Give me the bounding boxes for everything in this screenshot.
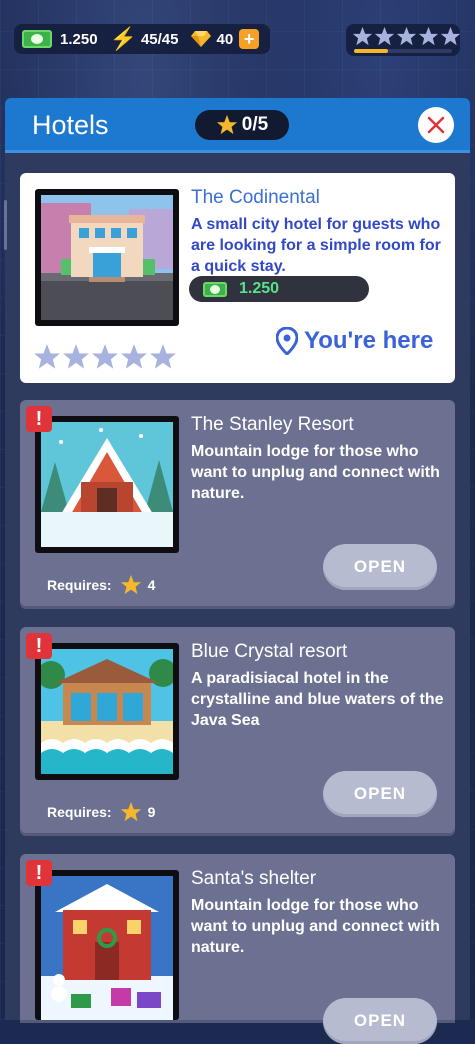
hotel-name: The Codinental bbox=[191, 187, 320, 208]
close-icon bbox=[427, 116, 445, 134]
requires-stars: 9 bbox=[147, 804, 156, 820]
cash-icon bbox=[203, 281, 227, 297]
scroll-indicator[interactable] bbox=[4, 200, 7, 250]
hotel-name: Santa's shelter bbox=[191, 868, 317, 889]
star-progress-fill bbox=[354, 49, 389, 53]
current-location-label: You're here bbox=[276, 327, 433, 355]
hotel-thumbnail bbox=[35, 416, 179, 553]
star-empty-icon bbox=[374, 26, 395, 46]
star-empty-icon bbox=[34, 344, 60, 369]
hotel-description: Mountain lodge for those who want to unp… bbox=[191, 443, 440, 502]
star-empty-icon bbox=[150, 344, 176, 369]
hotel-thumbnail bbox=[35, 189, 179, 326]
city-hotel-image bbox=[41, 195, 173, 320]
star-count-value: 0/5 bbox=[241, 114, 269, 135]
star-empty-icon bbox=[121, 344, 147, 369]
christmas-cabin-image bbox=[41, 876, 173, 1020]
requires-label: Requires: bbox=[47, 804, 112, 820]
location-pin-icon bbox=[276, 327, 298, 355]
gem-value: 40 bbox=[216, 30, 234, 48]
requires-label: Requires: bbox=[47, 577, 112, 593]
hotel-description: A paradisiacal hotel in the crystalline … bbox=[191, 670, 444, 729]
star-empty-icon bbox=[352, 26, 373, 46]
star-icon bbox=[120, 801, 141, 822]
hotel-price: 1.250 bbox=[189, 276, 369, 302]
hotel-thumbnail bbox=[35, 870, 179, 1020]
buy-gems-button[interactable]: + bbox=[239, 29, 260, 49]
alert-badge: ! bbox=[26, 406, 52, 432]
current-location-text: You're here bbox=[304, 327, 434, 354]
star-icon bbox=[120, 574, 141, 595]
hotels-header: Hotels 0/5 bbox=[5, 98, 470, 153]
requires-stars: 4 bbox=[147, 577, 156, 593]
star-empty-icon bbox=[63, 344, 89, 369]
cash-icon bbox=[22, 30, 52, 48]
open-button[interactable]: OPEN bbox=[323, 771, 437, 817]
hotel-description: A small city hotel for guests who are lo… bbox=[191, 216, 441, 275]
gem-icon bbox=[190, 31, 211, 47]
star-progress-track bbox=[354, 49, 452, 53]
star-empty-icon bbox=[418, 26, 439, 46]
hotel-description: Mountain lodge for those who want to unp… bbox=[191, 897, 440, 956]
rating-stars bbox=[352, 26, 461, 47]
alert-badge: ! bbox=[26, 633, 52, 659]
hotel-card-codinental[interactable]: The Codinental A small city hotel for gu… bbox=[20, 173, 455, 383]
hotel-name: Blue Crystal resort bbox=[191, 641, 348, 662]
open-button[interactable]: OPEN bbox=[323, 998, 437, 1044]
player-star-rating[interactable] bbox=[346, 24, 461, 56]
resource-bar: 1.250 ⚡ 45/45 40 + bbox=[14, 24, 270, 54]
hotel-stars bbox=[33, 343, 177, 371]
energy-value: 45/45 bbox=[140, 30, 179, 48]
hotel-card-santas-shelter[interactable]: ! Santa's shelter Mountain lodge for tho… bbox=[20, 854, 455, 1044]
star-empty-icon bbox=[440, 26, 461, 46]
close-button[interactable] bbox=[418, 107, 454, 143]
price-value: 1.250 bbox=[239, 280, 280, 297]
beach-resort-image bbox=[41, 649, 173, 774]
star-empty-icon bbox=[92, 344, 118, 369]
hotel-name: The Stanley Resort bbox=[191, 414, 354, 435]
cash-counter[interactable]: 1.250 bbox=[14, 30, 98, 48]
requirement: Requires: 9 bbox=[47, 801, 155, 823]
lightning-bolt-icon: ⚡ bbox=[109, 26, 137, 51]
hotel-card-stanley[interactable]: ! The Stanley Resort Mountain lodge for … bbox=[20, 400, 455, 606]
gem-counter[interactable]: 40 + bbox=[179, 29, 260, 49]
star-icon bbox=[216, 114, 237, 135]
mountain-lodge-image bbox=[41, 422, 173, 547]
hotel-thumbnail bbox=[35, 643, 179, 780]
cash-value: 1.250 bbox=[60, 30, 98, 48]
star-empty-icon bbox=[396, 26, 417, 46]
hotel-star-count: 0/5 bbox=[195, 110, 289, 140]
page-title: Hotels bbox=[32, 110, 109, 140]
hotel-card-blue-crystal[interactable]: ! Blue Crystal resort A paradisiacal hot… bbox=[20, 627, 455, 833]
energy-counter[interactable]: ⚡ 45/45 bbox=[98, 26, 179, 52]
open-button[interactable]: OPEN bbox=[323, 544, 437, 590]
alert-badge: ! bbox=[26, 860, 52, 886]
requirement: Requires: 4 bbox=[47, 574, 155, 596]
